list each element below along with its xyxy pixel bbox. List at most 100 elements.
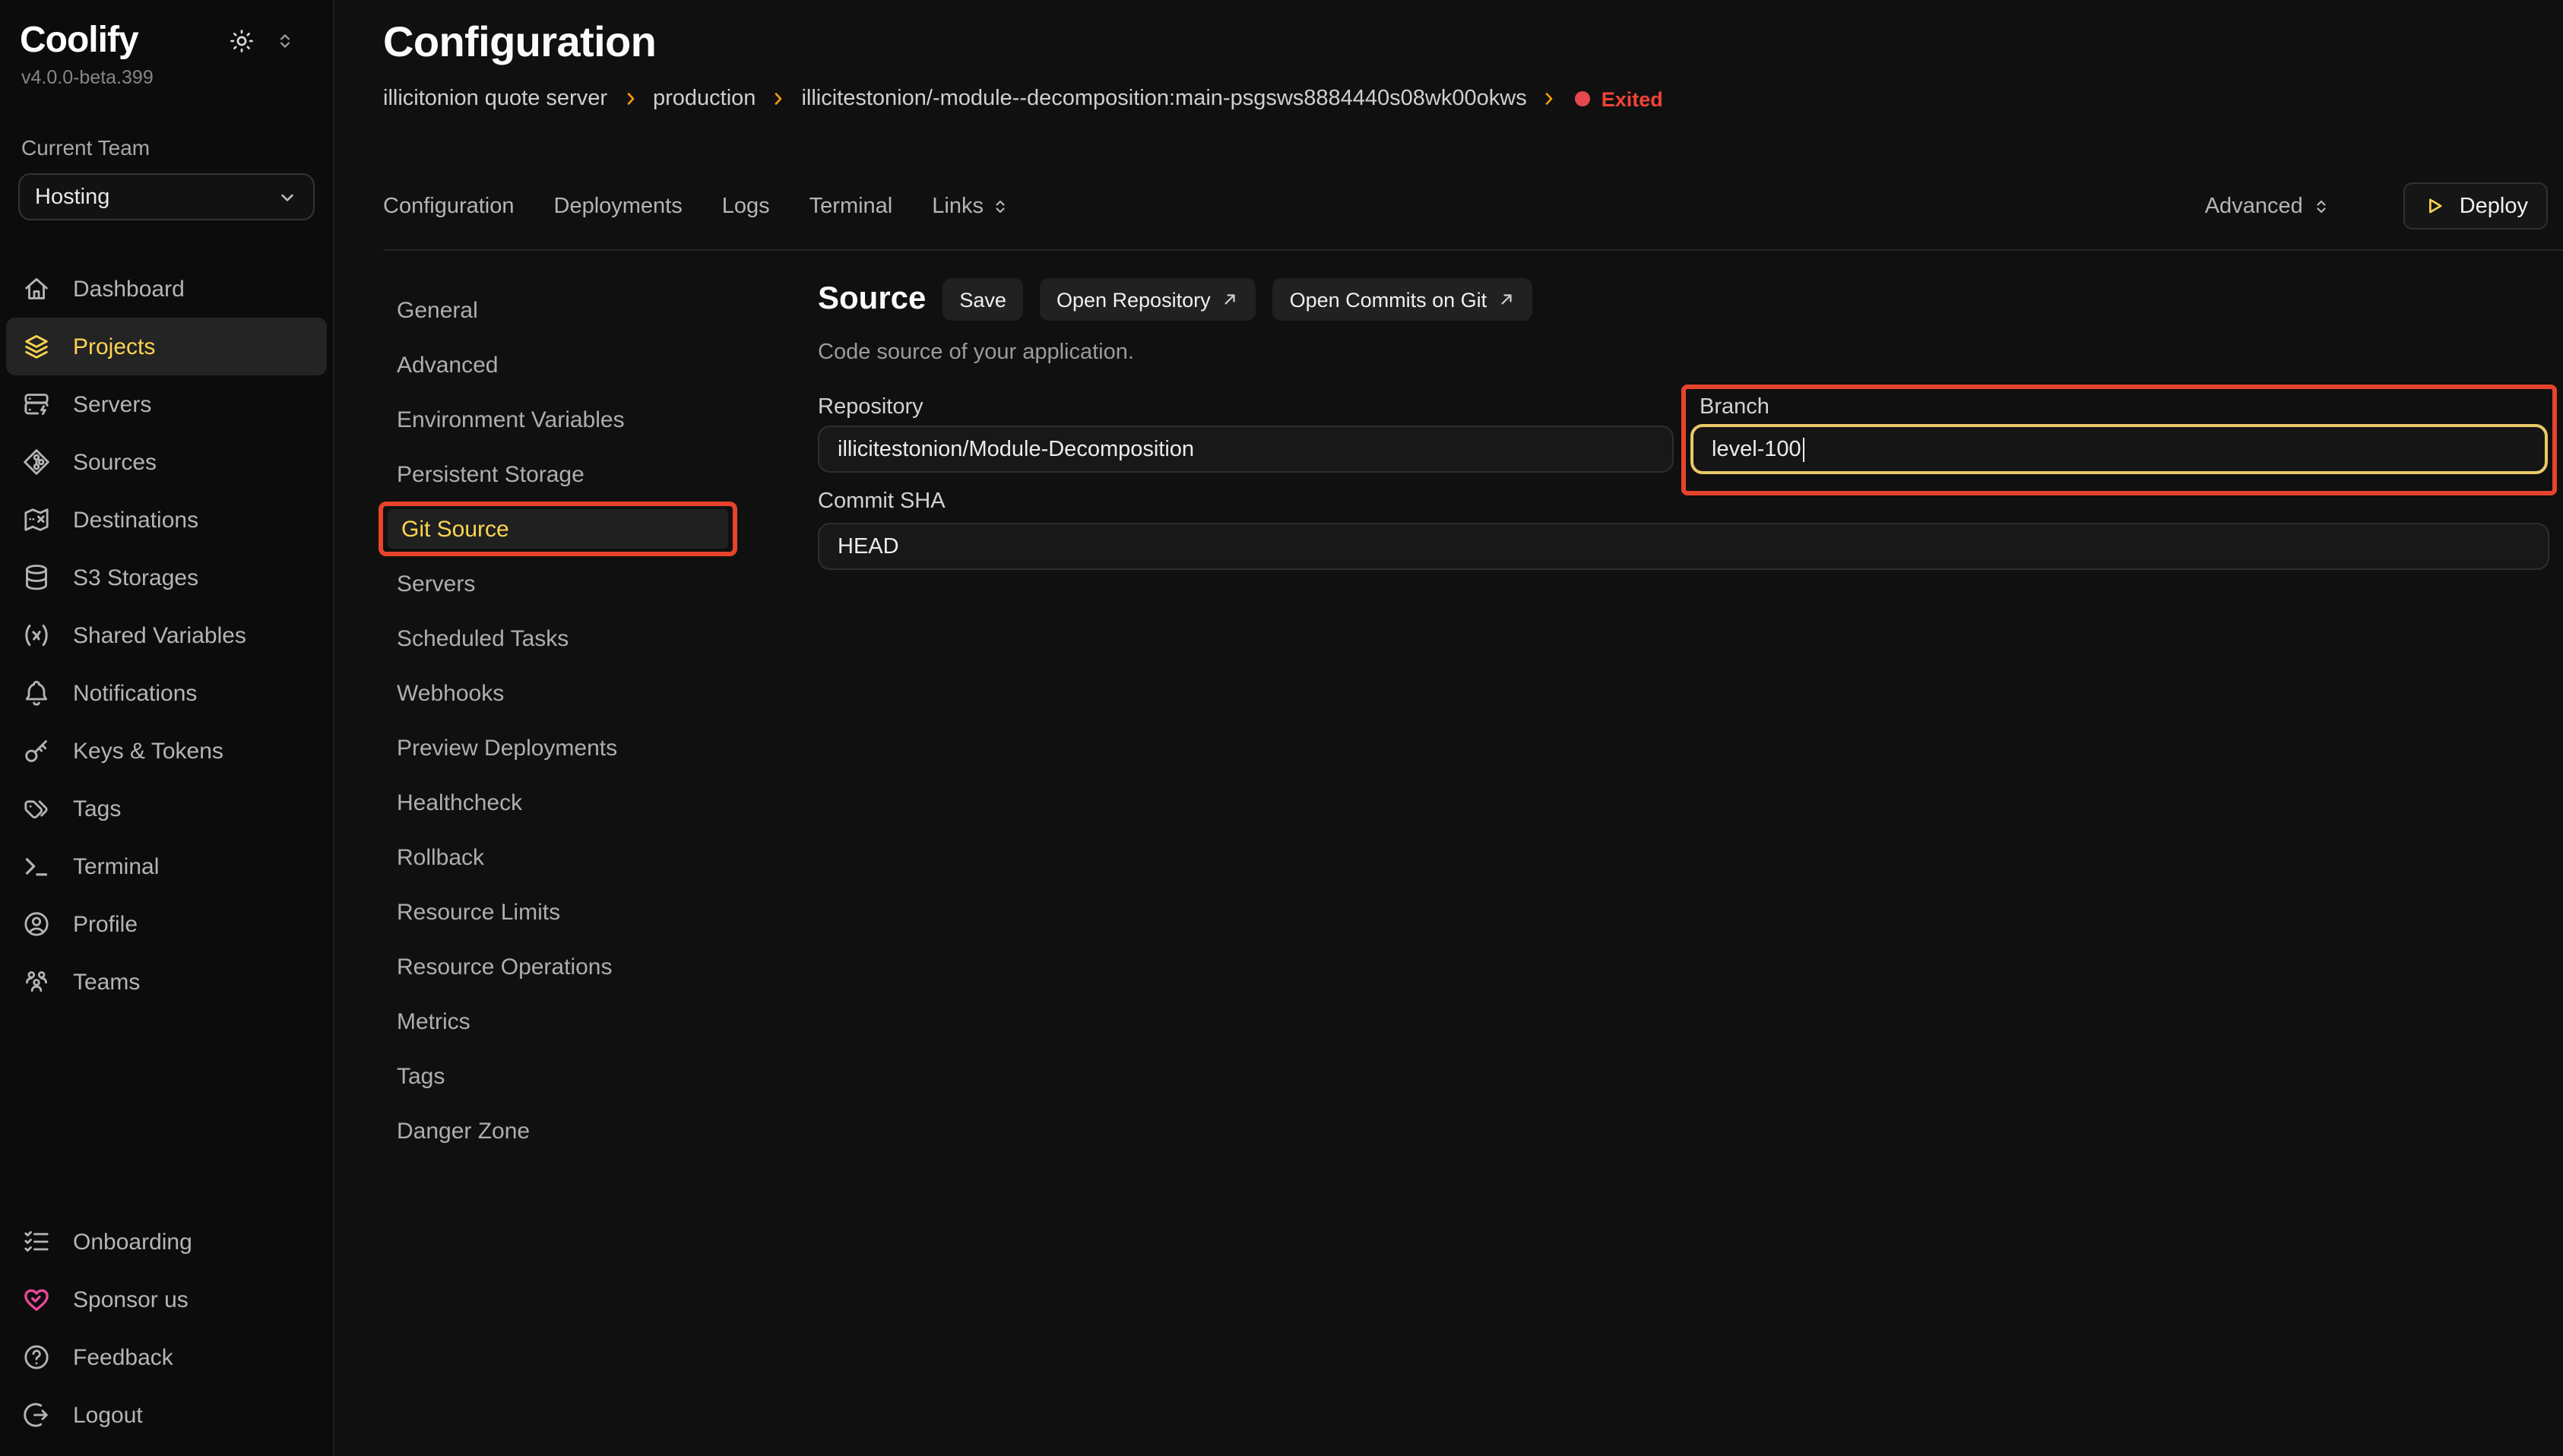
sidebar-item-label: Destinations xyxy=(73,507,198,533)
source-section: Source Save Open Repository Open Commits… xyxy=(818,278,2557,321)
sidebar-item-label: Tags xyxy=(73,796,121,821)
subnav-item-servers[interactable]: Servers xyxy=(383,556,737,611)
page-title: Configuration xyxy=(383,18,656,67)
subnav-item-environment-variables[interactable]: Environment Variables xyxy=(383,392,737,447)
sidebar-item-onboarding[interactable]: Onboarding xyxy=(6,1213,325,1271)
sidebar-item-teams[interactable]: Teams xyxy=(6,953,327,1011)
subnav-item-healthcheck[interactable]: Healthcheck xyxy=(383,775,737,830)
map-icon xyxy=(21,505,52,535)
sidebar-item-label: Teams xyxy=(73,969,140,995)
sidebar-nav: Dashboard Projects Servers Sources Desti… xyxy=(0,260,333,1011)
sidebar-item-destinations[interactable]: Destinations xyxy=(6,491,327,549)
play-icon xyxy=(2423,195,2446,217)
external-link-icon xyxy=(1221,290,1240,309)
sidebar-item-label: Shared Variables xyxy=(73,622,246,648)
sidebar-item-tags[interactable]: Tags xyxy=(6,780,327,837)
source-heading: Source xyxy=(818,281,926,318)
branch-input[interactable]: level-100 xyxy=(1690,424,2548,474)
theme-selector-icon[interactable] xyxy=(275,29,295,53)
subnav-item-scheduled-tasks[interactable]: Scheduled Tasks xyxy=(383,611,737,666)
subnav-item-rollback[interactable]: Rollback xyxy=(383,830,737,885)
open-repository-button[interactable]: Open Repository xyxy=(1040,278,1256,321)
subnav-item-advanced[interactable]: Advanced xyxy=(383,337,737,392)
sidebar-item-projects[interactable]: Projects xyxy=(6,318,327,375)
commit-sha-label: Commit SHA xyxy=(818,489,946,514)
sidebar-item-feedback[interactable]: Feedback xyxy=(6,1328,325,1386)
tab-bar: Configuration Deployments Logs Terminal … xyxy=(383,182,2548,229)
chevron-down-icon xyxy=(277,186,298,207)
tags-icon xyxy=(21,793,52,824)
save-button[interactable]: Save xyxy=(943,278,1023,321)
subnav-item-danger-zone[interactable]: Danger Zone xyxy=(383,1103,737,1158)
status-text: Exited xyxy=(1601,87,1663,110)
app-version: v4.0.0-beta.399 xyxy=(0,67,333,88)
tab-links[interactable]: Links xyxy=(932,194,1009,218)
breadcrumb: illicitonion quote server production ill… xyxy=(383,87,1663,111)
tab-logs[interactable]: Logs xyxy=(722,194,770,218)
subnav-item-general[interactable]: General xyxy=(383,283,737,337)
sidebar-item-terminal[interactable]: Terminal xyxy=(6,837,327,895)
open-commits-button[interactable]: Open Commits on Git xyxy=(1273,278,1533,321)
branch-label: Branch xyxy=(1700,395,1769,419)
breadcrumb-application[interactable]: illicitestonion/-module--decomposition:m… xyxy=(801,87,1526,111)
repository-input[interactable]: illicitestonion/Module-Decomposition xyxy=(818,426,1674,473)
open-commits-label: Open Commits on Git xyxy=(1290,288,1487,311)
layers-icon xyxy=(21,331,52,362)
theme-sun-icon[interactable] xyxy=(228,27,255,55)
heart-hands-icon xyxy=(21,1284,52,1315)
app-logo[interactable]: Coolify xyxy=(20,20,138,62)
sidebar-item-profile[interactable]: Profile xyxy=(6,895,327,953)
commit-sha-input[interactable]: HEAD xyxy=(818,523,2549,570)
subnav-item-metrics[interactable]: Metrics xyxy=(383,994,737,1049)
subnav-item-tags[interactable]: Tags xyxy=(383,1049,737,1103)
source-description: Code source of your application. xyxy=(818,340,1134,365)
sidebar-item-shared-variables[interactable]: Shared Variables xyxy=(6,606,327,664)
sidebar-item-label: Terminal xyxy=(73,853,159,879)
sidebar-item-sources[interactable]: Sources xyxy=(6,433,327,491)
repository-label: Repository xyxy=(818,395,924,419)
annotation-box-git-source: Git Source xyxy=(379,502,737,556)
advanced-dropdown[interactable]: Advanced xyxy=(2205,194,2330,218)
sidebar-item-logout[interactable]: Logout xyxy=(6,1386,325,1444)
tab-deployments[interactable]: Deployments xyxy=(554,194,683,218)
home-icon xyxy=(21,274,52,304)
deploy-button[interactable]: Deploy xyxy=(2403,182,2548,229)
config-subnav: General Advanced Environment Variables P… xyxy=(383,283,737,1158)
selector-updown-icon xyxy=(991,195,1009,217)
subnav-item-resource-operations[interactable]: Resource Operations xyxy=(383,939,737,994)
help-circle-icon xyxy=(21,1342,52,1372)
breadcrumb-environment[interactable]: production xyxy=(653,87,756,111)
terminal-icon xyxy=(21,851,52,882)
sidebar-item-s3-storages[interactable]: S3 Storages xyxy=(6,549,327,606)
subnav-item-webhooks[interactable]: Webhooks xyxy=(383,666,737,720)
sidebar-item-dashboard[interactable]: Dashboard xyxy=(6,260,327,318)
deploy-label: Deploy xyxy=(2460,194,2528,218)
variables-icon xyxy=(21,620,52,650)
sidebar-item-notifications[interactable]: Notifications xyxy=(6,664,327,722)
selector-updown-icon xyxy=(2312,195,2330,217)
chevron-right-icon xyxy=(1541,90,1559,108)
text-cursor xyxy=(1803,437,1805,461)
status-dot-icon xyxy=(1576,91,1591,106)
tab-configuration[interactable]: Configuration xyxy=(383,194,515,218)
tab-links-label: Links xyxy=(932,194,984,218)
advanced-label: Advanced xyxy=(2205,194,2303,218)
bell-icon xyxy=(21,678,52,708)
coolify-app: Coolify v4.0.0-beta.399 Current Team Hos… xyxy=(0,0,2563,1456)
sidebar-item-label: Keys & Tokens xyxy=(73,738,223,764)
sidebar-item-label: Servers xyxy=(73,391,151,417)
sidebar-item-label: Sponsor us xyxy=(73,1287,189,1312)
sidebar-item-sponsor-us[interactable]: Sponsor us xyxy=(6,1271,325,1328)
tab-terminal[interactable]: Terminal xyxy=(809,194,893,218)
subnav-item-git-source[interactable]: Git Source xyxy=(388,509,728,549)
subnav-item-resource-limits[interactable]: Resource Limits xyxy=(383,885,737,939)
team-select[interactable]: Hosting xyxy=(18,173,315,220)
sidebar-item-servers[interactable]: Servers xyxy=(6,375,327,433)
sidebar-item-keys-tokens[interactable]: Keys & Tokens xyxy=(6,722,327,780)
subnav-item-preview-deployments[interactable]: Preview Deployments xyxy=(383,720,737,775)
sidebar-item-label: Sources xyxy=(73,449,157,475)
breadcrumb-project[interactable]: illicitonion quote server xyxy=(383,87,607,111)
commit-sha-value: HEAD xyxy=(838,534,899,559)
repository-value: illicitestonion/Module-Decomposition xyxy=(838,437,1194,461)
subnav-item-persistent-storage[interactable]: Persistent Storage xyxy=(383,447,737,502)
